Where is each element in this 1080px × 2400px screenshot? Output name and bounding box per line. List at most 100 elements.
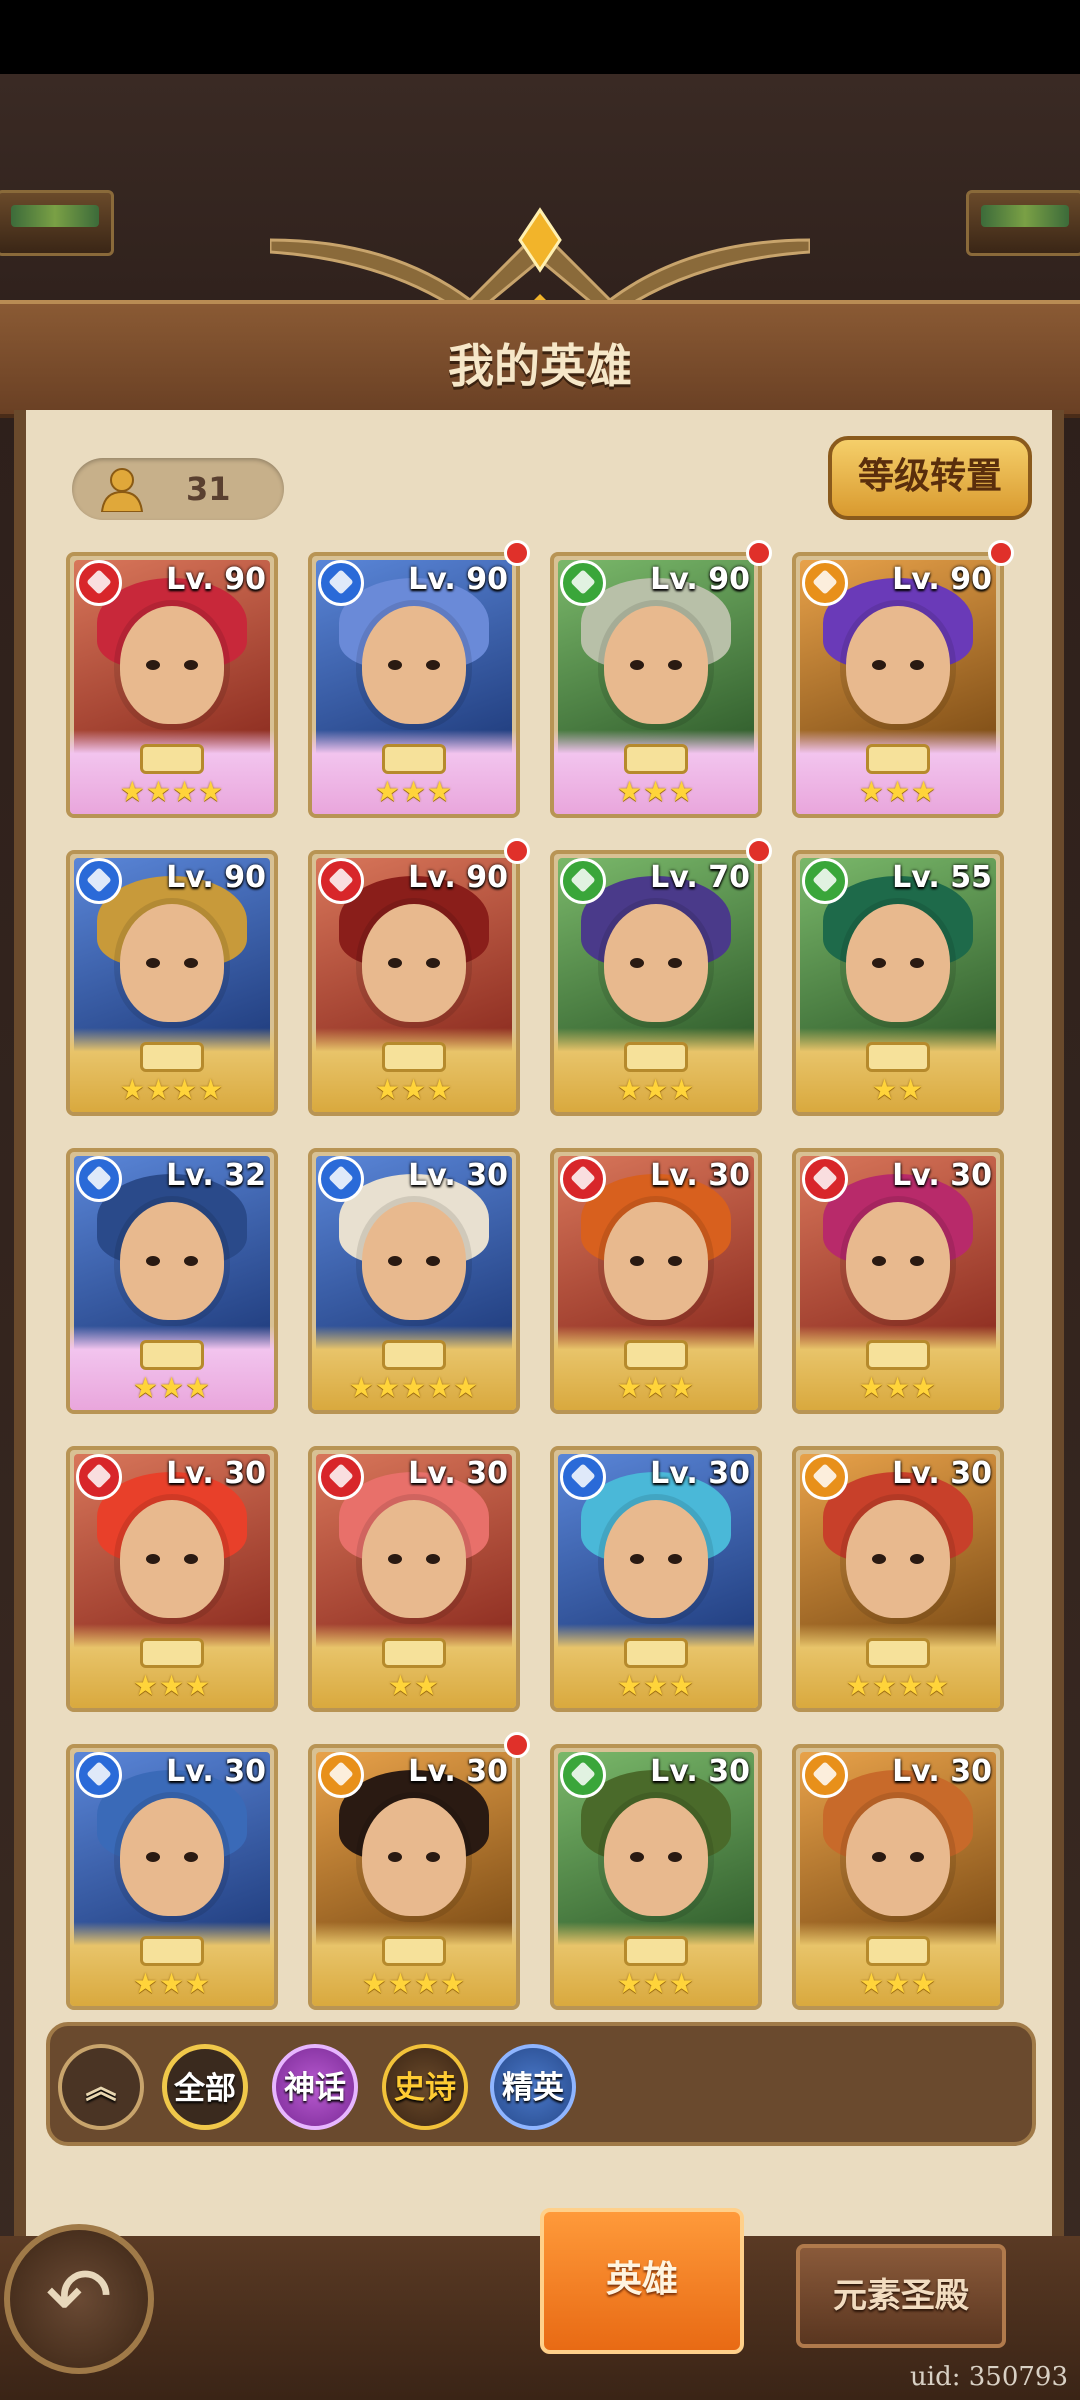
class-emblem-icon [624, 1340, 688, 1370]
tab-element-temple[interactable]: 元素圣殿 [796, 2244, 1006, 2348]
element-water-icon [560, 1454, 606, 1500]
class-emblem-icon [140, 1638, 204, 1668]
hero-eyes [142, 660, 202, 670]
hero-count-badge: 31 [72, 458, 284, 520]
page-title: 我的英雄 [448, 339, 632, 393]
hero-eyes [384, 1256, 444, 1266]
back-arrow-icon[interactable]: ↶ [4, 2224, 154, 2374]
hero-level: Lv. 30 [892, 1456, 992, 1491]
hero-level: Lv. 30 [408, 1754, 508, 1789]
hero-stars: ★★★★ [361, 1967, 467, 2000]
hero-card[interactable]: ★★★ Lv. 90 [308, 850, 520, 1116]
hero-stars: ★★★★★ [348, 1371, 480, 1404]
hero-card[interactable]: ★★★ Lv. 30 [66, 1446, 278, 1712]
hero-card[interactable]: ★★ Lv. 30 [308, 1446, 520, 1712]
hero-eyes [626, 1554, 686, 1564]
hero-card[interactable]: ★★★ Lv. 30 [550, 1744, 762, 2010]
hero-card[interactable]: ★★★ Lv. 70 [550, 850, 762, 1116]
class-emblem-icon [624, 1638, 688, 1668]
hero-stars: ★★ [387, 1669, 441, 1702]
level-transfer-button[interactable]: 等级转置 [828, 436, 1032, 520]
hero-card[interactable]: ★★★ Lv. 30 [550, 1148, 762, 1414]
hero-level: Lv. 32 [166, 1158, 266, 1193]
hero-card[interactable]: ★★★ Lv. 32 [66, 1148, 278, 1414]
hero-level: Lv. 30 [892, 1754, 992, 1789]
hero-card[interactable]: ★★★ Lv. 90 [792, 552, 1004, 818]
hero-eyes [626, 958, 686, 968]
element-fire-icon [560, 1156, 606, 1202]
hero-card[interactable]: ★★★★ Lv. 90 [66, 850, 278, 1116]
hero-level: Lv. 30 [892, 1158, 992, 1193]
hero-level: Lv. 70 [650, 860, 750, 895]
hero-card[interactable]: ★★★ Lv. 90 [308, 552, 520, 818]
element-fire-icon [76, 560, 122, 606]
hero-stars: ★★★ [858, 775, 938, 808]
hero-level: Lv. 30 [408, 1158, 508, 1193]
hero-card[interactable]: ★★★★★ Lv. 30 [308, 1148, 520, 1414]
hero-level: Lv. 30 [650, 1754, 750, 1789]
hero-stars: ★★★ [132, 1669, 212, 1702]
hero-eyes [868, 958, 928, 968]
user-id: uid: 350793 [910, 2362, 1068, 2392]
element-fire-icon [802, 1156, 848, 1202]
element-wind-icon [802, 858, 848, 904]
hero-card[interactable]: ★★★★ Lv. 90 [66, 552, 278, 818]
class-emblem-icon [382, 1340, 446, 1370]
hero-eyes [142, 1852, 202, 1862]
hero-card[interactable]: ★★★ Lv. 30 [550, 1446, 762, 1712]
hero-card[interactable]: ★★★ Lv. 90 [550, 552, 762, 818]
class-emblem-icon [140, 1936, 204, 1966]
hero-stars: ★★★ [616, 1967, 696, 2000]
hero-stars: ★★★★ [845, 1669, 951, 1702]
hero-stars: ★★★ [616, 1669, 696, 1702]
element-fire-icon [318, 858, 364, 904]
hero-stars: ★★★ [132, 1371, 212, 1404]
hero-stars: ★★★★ [119, 775, 225, 808]
filter-myth-button[interactable]: 神话 [272, 2044, 358, 2130]
filter-elite-button[interactable]: 精英 [490, 2044, 576, 2130]
tab-heroes[interactable]: 英雄 [540, 2208, 744, 2354]
class-emblem-icon [866, 1638, 930, 1668]
hero-card[interactable]: ★★★ Lv. 30 [792, 1148, 1004, 1414]
class-emblem-icon [624, 1042, 688, 1072]
hero-eyes [868, 1852, 928, 1862]
collapse-chevron-icon[interactable]: ︽ [58, 2044, 144, 2130]
hero-eyes [142, 1256, 202, 1266]
hero-level: Lv. 90 [166, 860, 266, 895]
hero-level: Lv. 90 [166, 562, 266, 597]
hero-stars: ★★★ [858, 1371, 938, 1404]
hero-card[interactable]: ★★★ Lv. 30 [66, 1744, 278, 2010]
class-emblem-icon [140, 1042, 204, 1072]
hero-eyes [626, 660, 686, 670]
filter-epic-button[interactable]: 史诗 [382, 2044, 468, 2130]
class-emblem-icon [382, 1042, 446, 1072]
hero-card[interactable]: ★★★ Lv. 30 [792, 1744, 1004, 2010]
element-earth-icon [802, 1454, 848, 1500]
hero-eyes [384, 958, 444, 968]
hero-stars: ★★★ [616, 1371, 696, 1404]
hero-card[interactable]: ★★★★ Lv. 30 [792, 1446, 1004, 1712]
element-wind-icon [560, 1752, 606, 1798]
class-emblem-icon [866, 744, 930, 774]
hero-eyes [142, 958, 202, 968]
element-earth-icon [318, 1752, 364, 1798]
hero-card[interactable]: ★★★★ Lv. 30 [308, 1744, 520, 2010]
hero-stars: ★★★ [132, 1967, 212, 2000]
element-water-icon [76, 858, 122, 904]
hero-level: Lv. 90 [408, 562, 508, 597]
right-pillar-decoration [966, 190, 1080, 256]
hero-level: Lv. 90 [650, 562, 750, 597]
element-fire-icon [318, 1454, 364, 1500]
hero-eyes [384, 1852, 444, 1862]
class-emblem-icon [140, 1340, 204, 1370]
element-earth-icon [802, 560, 848, 606]
filter-all-button[interactable]: 全部 [162, 2044, 248, 2130]
element-fire-icon [76, 1454, 122, 1500]
hero-card[interactable]: ★★ Lv. 55 [792, 850, 1004, 1116]
notification-dot [504, 1732, 530, 1758]
hero-eyes [868, 1554, 928, 1564]
hero-level: Lv. 30 [650, 1158, 750, 1193]
hero-level: Lv. 30 [166, 1754, 266, 1789]
hero-stars: ★★★ [616, 1073, 696, 1106]
element-wind-icon [560, 560, 606, 606]
